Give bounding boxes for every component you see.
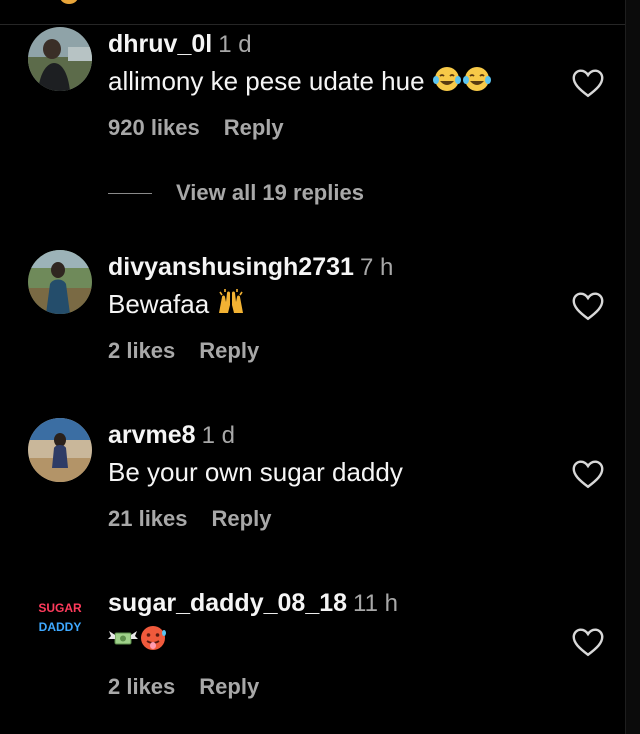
face-with-tears-of-joy-emoji	[432, 67, 461, 91]
neon-logo-avatar-icon: SUGAR DADDY	[28, 586, 92, 650]
comment-text: Be your own sugar daddy	[108, 454, 403, 490]
comment-header: dhruv_0l 1 d	[108, 27, 252, 61]
avatar-photo-icon	[28, 27, 92, 91]
timestamp: 1 d	[218, 31, 252, 58]
comment-item: arvme8 1 d Be your own sugar daddy 21 lik…	[0, 418, 626, 568]
likes-count[interactable]: 2 likes	[108, 674, 175, 699]
replies-divider	[108, 192, 152, 194]
comment-header: arvme8 1 d	[108, 418, 235, 452]
likes-count[interactable]: 21 likes	[108, 506, 188, 531]
timestamp: 1 d	[201, 422, 235, 449]
comment-meta: 2 likes Reply	[108, 338, 259, 364]
svg-text:DADDY: DADDY	[39, 620, 82, 634]
avatar[interactable]	[28, 418, 92, 482]
scrollbar-track[interactable]	[625, 0, 640, 734]
heart-outline-icon[interactable]	[570, 65, 606, 101]
avatar[interactable]	[28, 27, 92, 91]
comment-text: Bewafaa	[108, 286, 246, 322]
reply-button[interactable]: Reply	[199, 338, 259, 363]
comment-header: sugar_daddy_08_18 11 h	[108, 586, 398, 620]
timestamp: 11 h	[353, 590, 398, 617]
reply-button[interactable]: Reply	[212, 506, 272, 531]
reply-button[interactable]: Reply	[224, 115, 284, 140]
comment-header: divyanshusingh2731 7 h	[108, 250, 393, 284]
previous-content-edge	[60, 0, 78, 4]
comment-text: allimony ke pese udate hue	[108, 63, 492, 99]
view-replies-button[interactable]: View all 19 replies	[108, 180, 364, 214]
avatar-photo-icon	[28, 418, 92, 482]
hot-face-emoji	[141, 626, 166, 650]
money-with-wings-emoji	[108, 631, 138, 645]
face-with-tears-of-joy-emoji	[462, 67, 491, 91]
divider	[0, 24, 626, 25]
comment-meta: 2 likes Reply	[108, 674, 259, 700]
username[interactable]: arvme8	[108, 421, 196, 449]
username[interactable]: divyanshusingh2731	[108, 253, 354, 281]
raising-hands-emoji	[219, 289, 244, 313]
svg-text:SUGAR: SUGAR	[38, 601, 82, 615]
view-replies-label: View all 19 replies	[176, 180, 364, 205]
avatar[interactable]: SUGAR DADDY	[28, 586, 92, 650]
likes-count[interactable]: 920 likes	[108, 115, 200, 140]
comment-meta: 920 likes Reply	[108, 115, 284, 141]
comment-meta: 21 likes Reply	[108, 506, 271, 532]
comment-body: Bewafaa	[108, 289, 210, 319]
username[interactable]: sugar_daddy_08_18	[108, 589, 347, 617]
likes-count[interactable]: 2 likes	[108, 338, 175, 363]
avatar-photo-icon	[28, 250, 92, 314]
comment-item: SUGAR DADDY sugar_daddy_08_18 11 h 2 like…	[0, 586, 626, 734]
reply-button[interactable]: Reply	[199, 674, 259, 699]
heart-outline-icon[interactable]	[570, 288, 606, 324]
timestamp: 7 h	[359, 254, 394, 281]
comment-body: allimony ke pese udate hue	[108, 66, 425, 96]
comment-item: dhruv_0l 1 d allimony ke pese udate hue 9…	[0, 27, 626, 177]
avatar[interactable]	[28, 250, 92, 314]
comment-text	[108, 622, 168, 658]
heart-outline-icon[interactable]	[570, 624, 606, 660]
comment-body: Be your own sugar daddy	[108, 457, 403, 487]
comment-item: divyanshusingh2731 7 h Bewafaa 2 likes Rep…	[0, 250, 626, 400]
username[interactable]: dhruv_0l	[108, 30, 212, 58]
heart-outline-icon[interactable]	[570, 456, 606, 492]
